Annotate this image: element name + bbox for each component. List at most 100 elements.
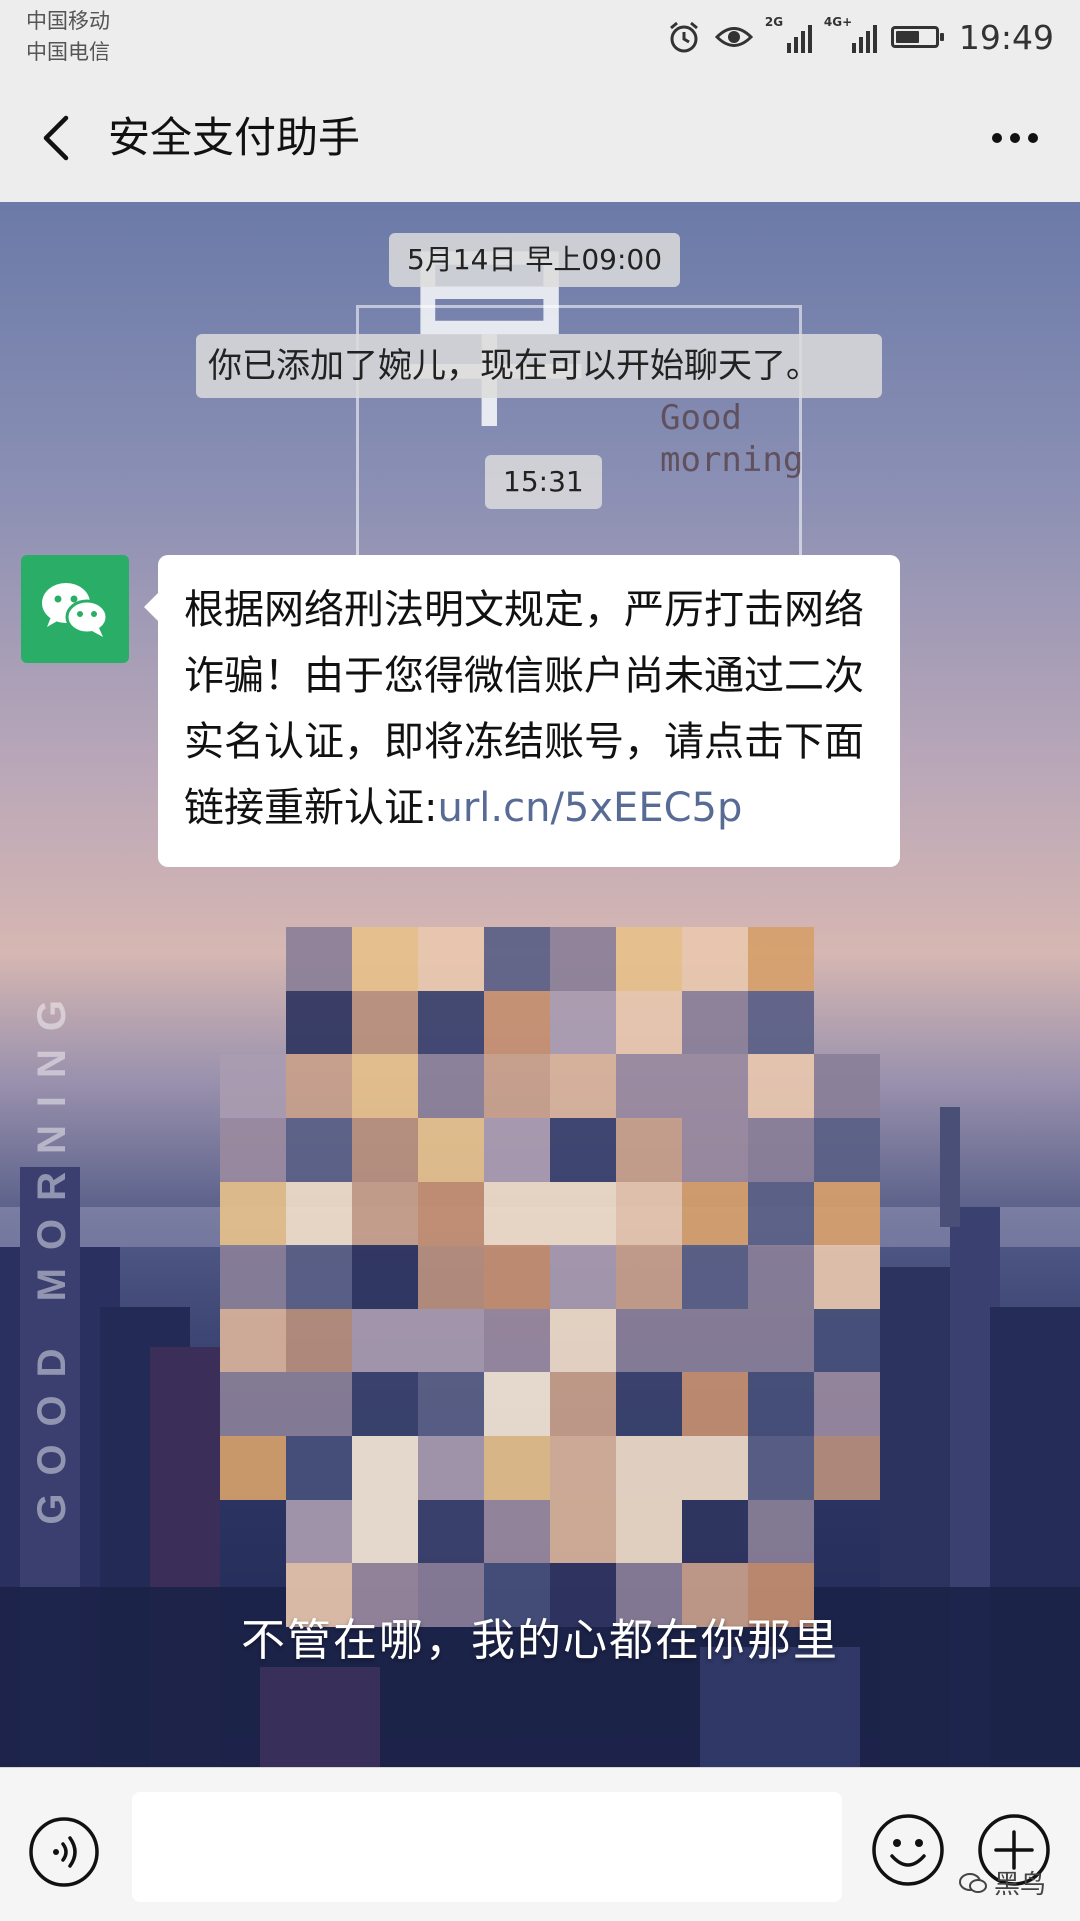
mosaic-cell	[286, 927, 352, 991]
mosaic-cell	[814, 1308, 880, 1373]
mosaic-cell	[550, 1054, 616, 1118]
mosaic-cell	[616, 1181, 682, 1246]
mosaic-cell	[682, 1499, 748, 1564]
signal-icon-1: 2G	[765, 15, 812, 53]
mosaic-cell	[418, 1499, 484, 1564]
mosaic-cell	[418, 1181, 484, 1246]
mosaic-cell	[682, 927, 748, 991]
emoji-icon	[872, 1814, 944, 1886]
mosaic-cell	[352, 1436, 418, 1500]
mosaic-cell	[484, 1308, 550, 1373]
mosaic-cell	[748, 1117, 814, 1182]
mosaic-cell	[418, 990, 484, 1055]
mosaic-cell	[484, 1372, 550, 1437]
mosaic-cell	[682, 1245, 748, 1309]
mosaic-cell	[484, 1245, 550, 1309]
system-message: 你已添加了婉儿，现在可以开始聊天了。	[196, 334, 882, 398]
timestamp-2: 15:31	[485, 455, 602, 509]
mosaic-cell	[814, 1245, 880, 1309]
mosaic-cell	[550, 927, 616, 991]
mosaic-cell	[484, 1181, 550, 1246]
voice-icon	[29, 1817, 99, 1887]
sender-avatar[interactable]	[21, 555, 129, 663]
mosaic-cell	[484, 1054, 550, 1118]
message-link[interactable]: url.cn/5xEEC5p	[437, 785, 742, 831]
mosaic-cell	[814, 1181, 880, 1246]
eye-comfort-icon	[714, 27, 753, 47]
mosaic-cell	[550, 1245, 616, 1309]
wechat-official-account-icon	[959, 1872, 987, 1893]
mosaic-cell	[286, 1436, 352, 1500]
mosaic-cell	[616, 1436, 682, 1500]
carrier-1: 中国移动	[26, 9, 110, 33]
mosaic-cell	[814, 1117, 880, 1182]
mosaic-cell	[748, 1436, 814, 1500]
mosaic-cell	[748, 1499, 814, 1564]
background-vertical-text: GOOD MORNING	[30, 982, 74, 1525]
mosaic-cell	[748, 1308, 814, 1373]
mosaic-cell	[748, 1245, 814, 1309]
chat-area[interactable]: 早 Good morning GOOD MORNING 不管在哪，我的心都在你那…	[0, 202, 1080, 1767]
voice-button[interactable]	[28, 1816, 100, 1888]
mosaic-cell	[352, 1308, 418, 1373]
wechat-logo-icon	[42, 583, 109, 637]
mosaic-cell	[352, 927, 418, 991]
mosaic-cell	[220, 1436, 286, 1500]
mosaic-cell	[352, 990, 418, 1055]
mosaic-cell	[352, 1117, 418, 1182]
chevron-left-icon	[43, 115, 69, 161]
mosaic-cell	[352, 1499, 418, 1564]
mosaic-cell	[352, 1245, 418, 1309]
back-button[interactable]	[30, 108, 90, 168]
mosaic-cell	[748, 927, 814, 991]
battery-icon	[890, 26, 944, 48]
mosaic-cell	[418, 1117, 484, 1182]
mosaic-cell	[418, 927, 484, 991]
message-input[interactable]	[132, 1792, 842, 1902]
mosaic-cell	[286, 1499, 352, 1564]
mosaic-cell	[616, 990, 682, 1055]
status-icons: 2G 4G+ 19:49	[667, 14, 1054, 60]
mosaic-cell	[616, 1117, 682, 1182]
mosaic-cell	[418, 1245, 484, 1309]
message-bubble[interactable]: 根据网络刑法明文规定，严厉打击网络诈骗！由于您得微信账户尚未通过二次实名认证，即…	[144, 555, 900, 867]
mosaic-cell	[814, 1436, 880, 1500]
mosaic-cell	[220, 1308, 286, 1373]
input-bar: 黑鸟	[0, 1767, 1080, 1921]
mosaic-cell	[682, 1054, 748, 1118]
mosaic-cell	[682, 1117, 748, 1182]
mosaic-cell	[220, 1117, 286, 1182]
pixelated-photo	[220, 927, 880, 1627]
mosaic-cell	[220, 1372, 286, 1437]
carrier-2: 中国电信	[26, 40, 110, 64]
mosaic-cell	[550, 990, 616, 1055]
mosaic-cell	[484, 990, 550, 1055]
background-good-morning: Good morning	[660, 398, 804, 480]
mosaic-cell	[484, 1499, 550, 1564]
mosaic-cell	[748, 1181, 814, 1246]
mosaic-cell	[352, 1181, 418, 1246]
mosaic-cell	[682, 1181, 748, 1246]
mosaic-cell	[550, 1181, 616, 1246]
mosaic-cell	[748, 1054, 814, 1118]
mosaic-cell	[682, 1372, 748, 1437]
mosaic-cell	[682, 1308, 748, 1373]
background-caption: 不管在哪，我的心都在你那里	[241, 1615, 839, 1666]
mosaic-cell	[616, 1054, 682, 1118]
mosaic-cell	[616, 927, 682, 991]
mosaic-cell	[286, 1181, 352, 1246]
mosaic-cell	[484, 927, 550, 991]
mosaic-cell	[352, 1054, 418, 1118]
more-dots-icon	[992, 133, 1038, 143]
more-button[interactable]	[980, 108, 1050, 168]
emoji-button[interactable]	[870, 1812, 946, 1888]
status-bar: 中国移动 中国电信 2G 4G+ 19:49	[0, 0, 1080, 74]
mosaic-cell	[814, 1372, 880, 1437]
mosaic-cell	[220, 1245, 286, 1309]
mosaic-cell	[550, 1372, 616, 1437]
mosaic-cell	[616, 1499, 682, 1564]
mosaic-cell	[220, 1054, 286, 1118]
mosaic-cell	[286, 1117, 352, 1182]
mosaic-cell	[286, 1372, 352, 1437]
watermark: 黑鸟	[958, 1864, 1046, 1901]
